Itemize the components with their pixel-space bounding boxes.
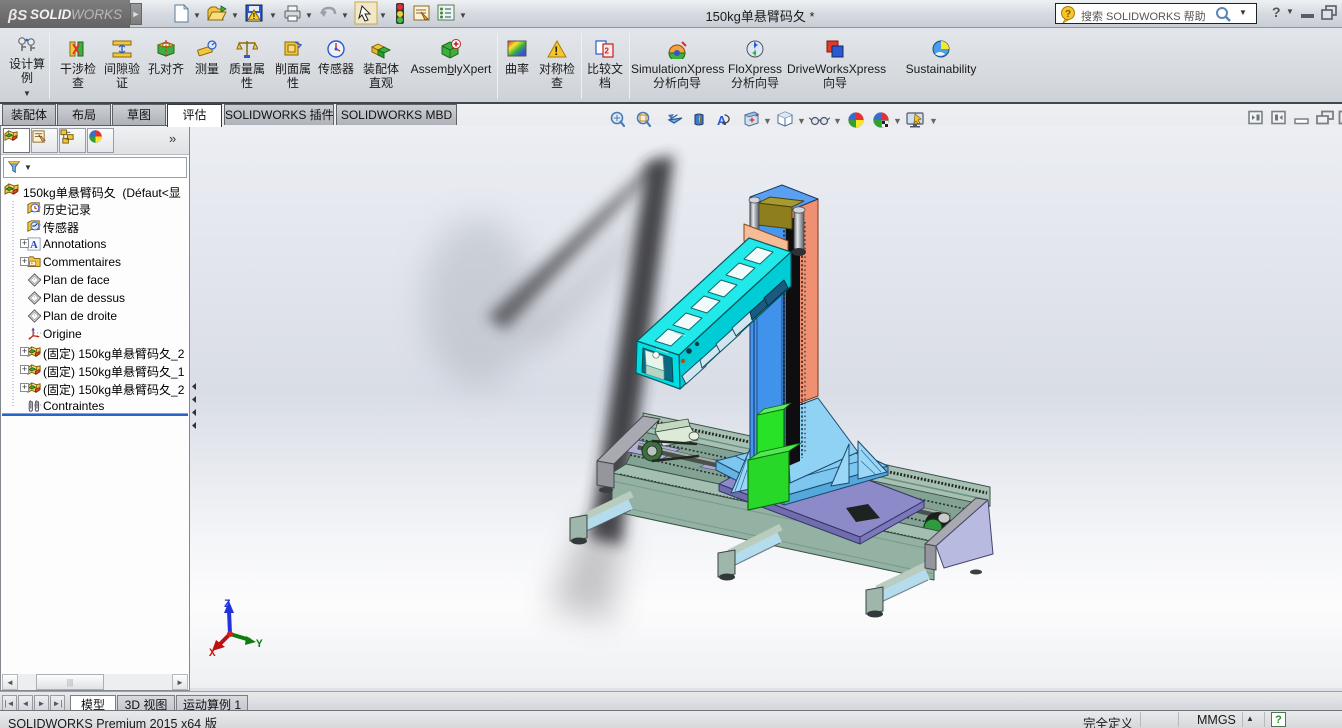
svg-text:▼: ▼ (763, 116, 772, 126)
svg-text:▼: ▼ (341, 11, 349, 20)
svg-text:▼: ▼ (929, 116, 938, 126)
svg-text:▼: ▼ (269, 11, 277, 20)
svg-text:▼: ▼ (797, 116, 806, 126)
svg-text:▼: ▼ (379, 11, 387, 20)
svg-text:Y: Y (256, 639, 263, 651)
svg-text:▼: ▼ (305, 11, 313, 20)
svg-text:WORKS: WORKS (71, 7, 122, 22)
svg-text:βS: βS (7, 7, 27, 24)
svg-text:▼: ▼ (231, 11, 239, 20)
svg-text:▼: ▼ (833, 116, 842, 126)
svg-text:?: ? (1065, 9, 1071, 20)
svg-text:▼: ▼ (893, 116, 902, 126)
svg-text:!: ! (554, 44, 558, 58)
svg-text:▼: ▼ (193, 11, 201, 20)
svg-text:▼: ▼ (459, 11, 467, 20)
svg-text:!: ! (253, 12, 256, 21)
svg-text:Z: Z (224, 599, 231, 611)
svg-text:X: X (209, 648, 216, 660)
svg-text:2: 2 (605, 47, 610, 56)
svg-text:A: A (30, 240, 38, 251)
svg-text:SOLID: SOLID (30, 7, 72, 22)
